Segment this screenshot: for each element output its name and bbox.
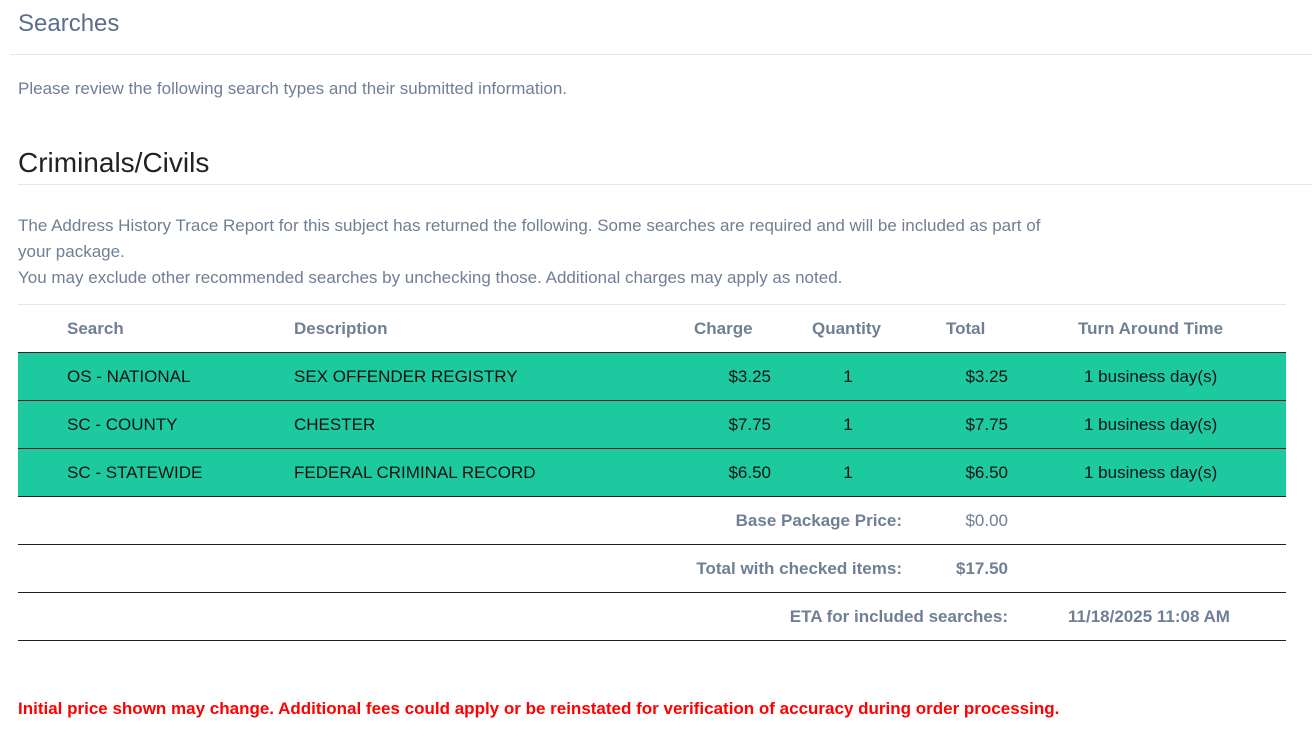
total-value: $17.50 (956, 559, 1008, 578)
note-line-1: The Address History Trace Report for thi… (18, 216, 1041, 261)
total-cell: $3.25 (965, 367, 1008, 386)
summary-row-total: Total with checked items: $17.50 (18, 545, 1286, 593)
search-cell: SC - STATEWIDE (67, 463, 203, 482)
search-cell: SC - COUNTY (67, 415, 178, 434)
column-header-description: Description (294, 319, 388, 338)
searches-page: Searches Please review the following sea… (0, 0, 1312, 748)
table-row[interactable]: SC - COUNTY CHESTER $7.75 1 $7.75 1 busi… (18, 401, 1286, 449)
quantity-cell: 1 (843, 415, 853, 434)
column-header-charge: Charge (694, 319, 753, 338)
eta-label: ETA for included searches: (789, 607, 1008, 626)
turnaround-cell: 1 business day(s) (1084, 415, 1218, 434)
note-line-2: You may exclude other recommended search… (18, 268, 843, 287)
column-header-search: Search (67, 319, 124, 338)
column-header-quantity: Quantity (812, 319, 881, 338)
turnaround-cell: 1 business day(s) (1084, 463, 1218, 482)
divider (10, 54, 1312, 55)
column-header-turnaround: Turn Around Time (1078, 319, 1224, 338)
table-row[interactable]: SC - STATEWIDE FEDERAL CRIMINAL RECORD $… (18, 449, 1286, 497)
quantity-cell: 1 (843, 367, 853, 386)
total-cell: $7.75 (965, 415, 1008, 434)
base-price-value: $0.00 (965, 511, 1008, 530)
intro-text: Please review the following search types… (18, 79, 568, 98)
description-cell: FEDERAL CRIMINAL RECORD (294, 463, 536, 482)
charge-cell: $3.25 (728, 367, 771, 386)
turnaround-cell: 1 business day(s) (1084, 367, 1218, 386)
total-cell: $6.50 (965, 463, 1008, 482)
section-note: The Address History Trace Report for thi… (18, 213, 1048, 291)
searches-table: Search Description Charge Quantity Total… (18, 305, 1286, 641)
total-label: Total with checked items: (696, 559, 902, 578)
quantity-cell: 1 (843, 463, 853, 482)
description-cell: CHESTER (294, 415, 376, 434)
divider (18, 184, 1312, 185)
charge-cell: $7.75 (728, 415, 771, 434)
page-title: Searches (18, 10, 120, 37)
search-cell: OS - NATIONAL (67, 367, 191, 386)
description-cell: SEX OFFENDER REGISTRY (294, 367, 518, 386)
eta-value: 11/18/2025 11:08 AM (1068, 607, 1230, 626)
table-row[interactable]: OS - NATIONAL SEX OFFENDER REGISTRY $3.2… (18, 353, 1286, 401)
base-price-label: Base Package Price: (735, 511, 902, 530)
price-warning: Initial price shown may change. Addition… (18, 699, 1060, 718)
summary-row-eta: ETA for included searches: 11/18/2025 11… (18, 593, 1286, 641)
table-header-row: Search Description Charge Quantity Total… (18, 305, 1286, 353)
summary-row-base: Base Package Price: $0.00 (18, 497, 1286, 545)
column-header-total: Total (946, 319, 986, 338)
section-title: Criminals/Civils (18, 147, 210, 178)
charge-cell: $6.50 (728, 463, 771, 482)
